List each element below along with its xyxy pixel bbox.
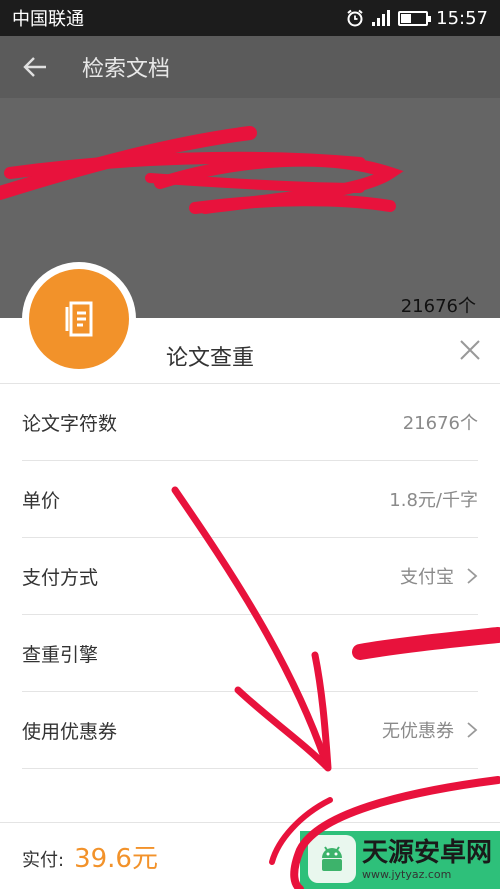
row-label: 支付方式 [22, 566, 99, 589]
battery-icon [398, 10, 432, 26]
row-unit-price: 单价 1.8元/千字 [22, 461, 478, 538]
row-label: 论文字符数 [22, 412, 118, 435]
status-icons: 15:57 [346, 8, 488, 29]
row-label: 使用优惠券 [22, 720, 118, 743]
site-watermark: 天源安卓网 www.jytyaz.com [307, 835, 492, 883]
status-bar: 中国联通 15:57 [0, 0, 500, 36]
chevron-right-icon [467, 568, 478, 584]
signal-icon [372, 10, 391, 26]
total-label: 实付: [22, 850, 65, 871]
back-arrow-icon[interactable] [0, 36, 70, 98]
row-value: 支付宝 [400, 567, 454, 588]
row-coupon[interactable]: 使用优惠券 无优惠券 [22, 692, 478, 769]
android-logo-icon [307, 835, 356, 883]
row-payment-method[interactable]: 支付方式 支付宝 [22, 538, 478, 615]
row-value: 21676个 [402, 413, 478, 434]
clock: 15:57 [436, 7, 488, 29]
row-char-count: 论文字符数 21676个 [22, 384, 478, 461]
app-header: 检索文档 [0, 36, 500, 98]
row-label: 查重引擎 [22, 643, 99, 666]
carrier-name: 中国联通 [12, 9, 84, 30]
chevron-right-icon [467, 722, 478, 738]
row-value: 1.8元/千字 [389, 490, 478, 511]
sheet-title: 论文查重 [166, 346, 255, 371]
background-char-count: 21676个 [400, 296, 476, 317]
row-check-engine[interactable]: 查重引擎 [22, 615, 478, 692]
row-value: 无优惠券 [382, 721, 454, 742]
document-icon [65, 301, 93, 337]
total-amount: 39.6元 [74, 843, 158, 874]
alarm-icon [347, 9, 363, 27]
watermark-url: www.jytyaz.com [361, 867, 452, 881]
detail-list: 论文字符数 21676个 单价 1.8元/千字 支付方式 支付宝 查重引擎 使用… [22, 384, 478, 769]
page-title: 检索文档 [82, 57, 171, 82]
plagiarism-check-sheet: 论文查重 论文字符数 21676个 单价 1.8元/千字 支付方式 支付宝 查重… [0, 318, 500, 889]
row-label: 单价 [22, 489, 61, 512]
watermark-name: 天源安卓网 [361, 837, 492, 868]
app-logo [22, 262, 136, 376]
close-icon[interactable] [458, 338, 482, 362]
